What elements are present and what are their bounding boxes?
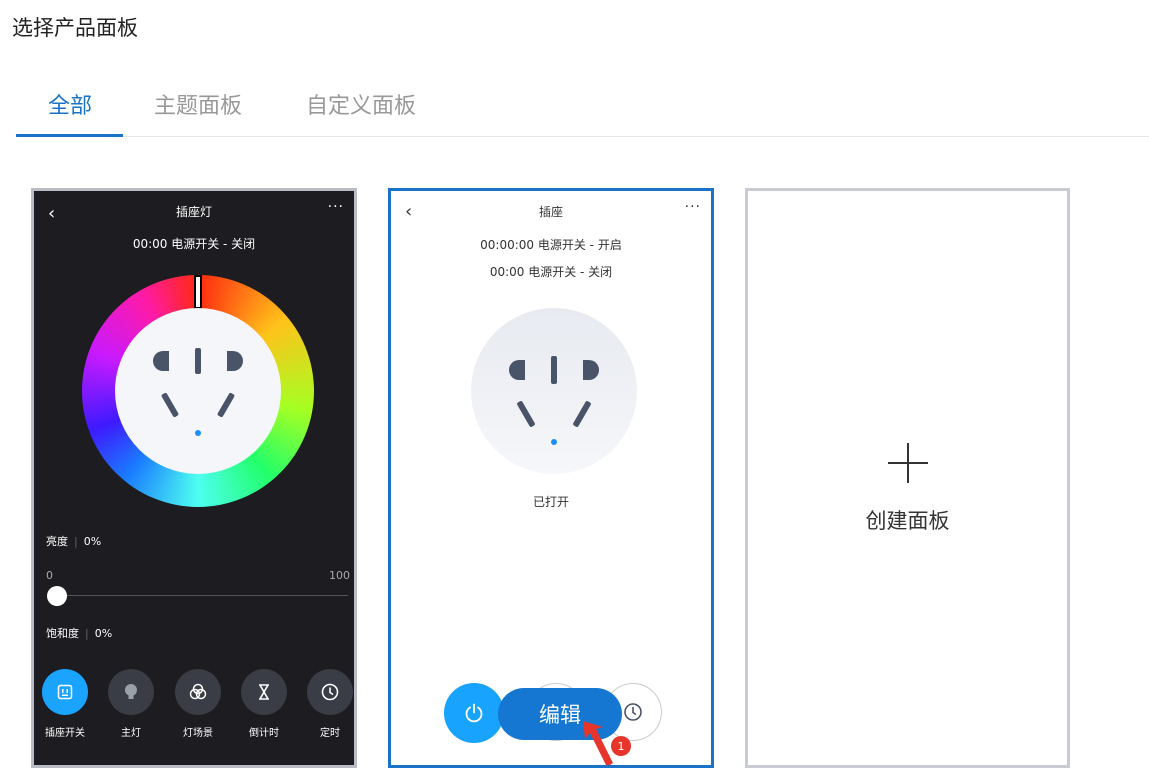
socket-switch-button[interactable] [42,669,88,715]
scene-icon [189,683,207,700]
power-icon [465,703,483,723]
page-title: 选择产品面板 [12,16,138,40]
create-panel-card[interactable]: 创建面板 [745,188,1070,768]
timer-text: 00:00 电源开关 - 关闭 [132,237,256,251]
timer-text-on: 00:00:00 电源开关 - 开启 [480,238,622,252]
brightness-value: 0% [83,535,102,548]
socket-icon [153,348,243,436]
socket-switch-label: 插座开关 [45,728,85,739]
light-scene-button[interactable] [175,669,221,715]
tab-custom-panels[interactable]: 自定义面板 [306,88,416,132]
tab-theme-panels[interactable]: 主题面板 [154,88,242,132]
schedule-button[interactable] [307,669,353,715]
brightness-slider-thumb[interactable] [47,586,67,606]
main-light-label: 主灯 [121,728,141,739]
more-icon: ··· [684,199,701,215]
socket-icon [57,684,73,700]
brightness-slider[interactable] [48,595,348,596]
slider-min: 0 [46,569,53,582]
tab-bar: 全部 主题面板 自定义面板 [16,84,1149,137]
saturation-value: 0% [94,627,113,640]
panel-title: 插座 [538,205,563,219]
slider-max: 100 [329,569,350,582]
saturation-row: 饱和度 | 0% [46,627,113,640]
socket-face [471,308,637,474]
panel-title: 插座灯 [175,205,212,219]
more-icon: ··· [327,199,344,215]
panel-card-socket[interactable]: ‹ 插座 ··· 00:00:00 电源开关 - 开启 00:00 电源开关 -… [388,188,714,768]
hourglass-icon [259,684,269,700]
clock-icon [321,683,339,701]
socket-face [115,308,281,474]
brightness-label: 亮度 [46,535,68,548]
brightness-row: 亮度 | 0% [46,535,102,548]
plus-icon [888,443,928,483]
light-scene-label: 灯场景 [183,728,213,739]
power-button[interactable] [444,683,504,743]
countdown-button[interactable] [241,669,287,715]
countdown-label: 倒计时 [249,728,279,739]
create-panel-label: 创建面板 [865,509,950,533]
clock-icon [624,703,642,721]
bulb-icon [125,684,137,699]
socket-icon [509,356,599,445]
tab-active-indicator [16,134,123,137]
main-light-button[interactable] [108,669,154,715]
step-badge: 1 [611,736,631,756]
tab-all[interactable]: 全部 [48,88,92,132]
panel-card-socket-light[interactable]: ‹ 插座灯 ··· 00:00 电源开关 - 关闭 亮度 | 0% 0 100 饱和… [31,188,357,768]
color-wheel-marker [194,275,202,309]
timer-text-off: 00:00 电源开关 - 关闭 [489,265,613,279]
schedule-label: 定时 [320,728,340,739]
socket-status: 已打开 [532,495,569,509]
saturation-label: 饱和度 [46,627,79,640]
